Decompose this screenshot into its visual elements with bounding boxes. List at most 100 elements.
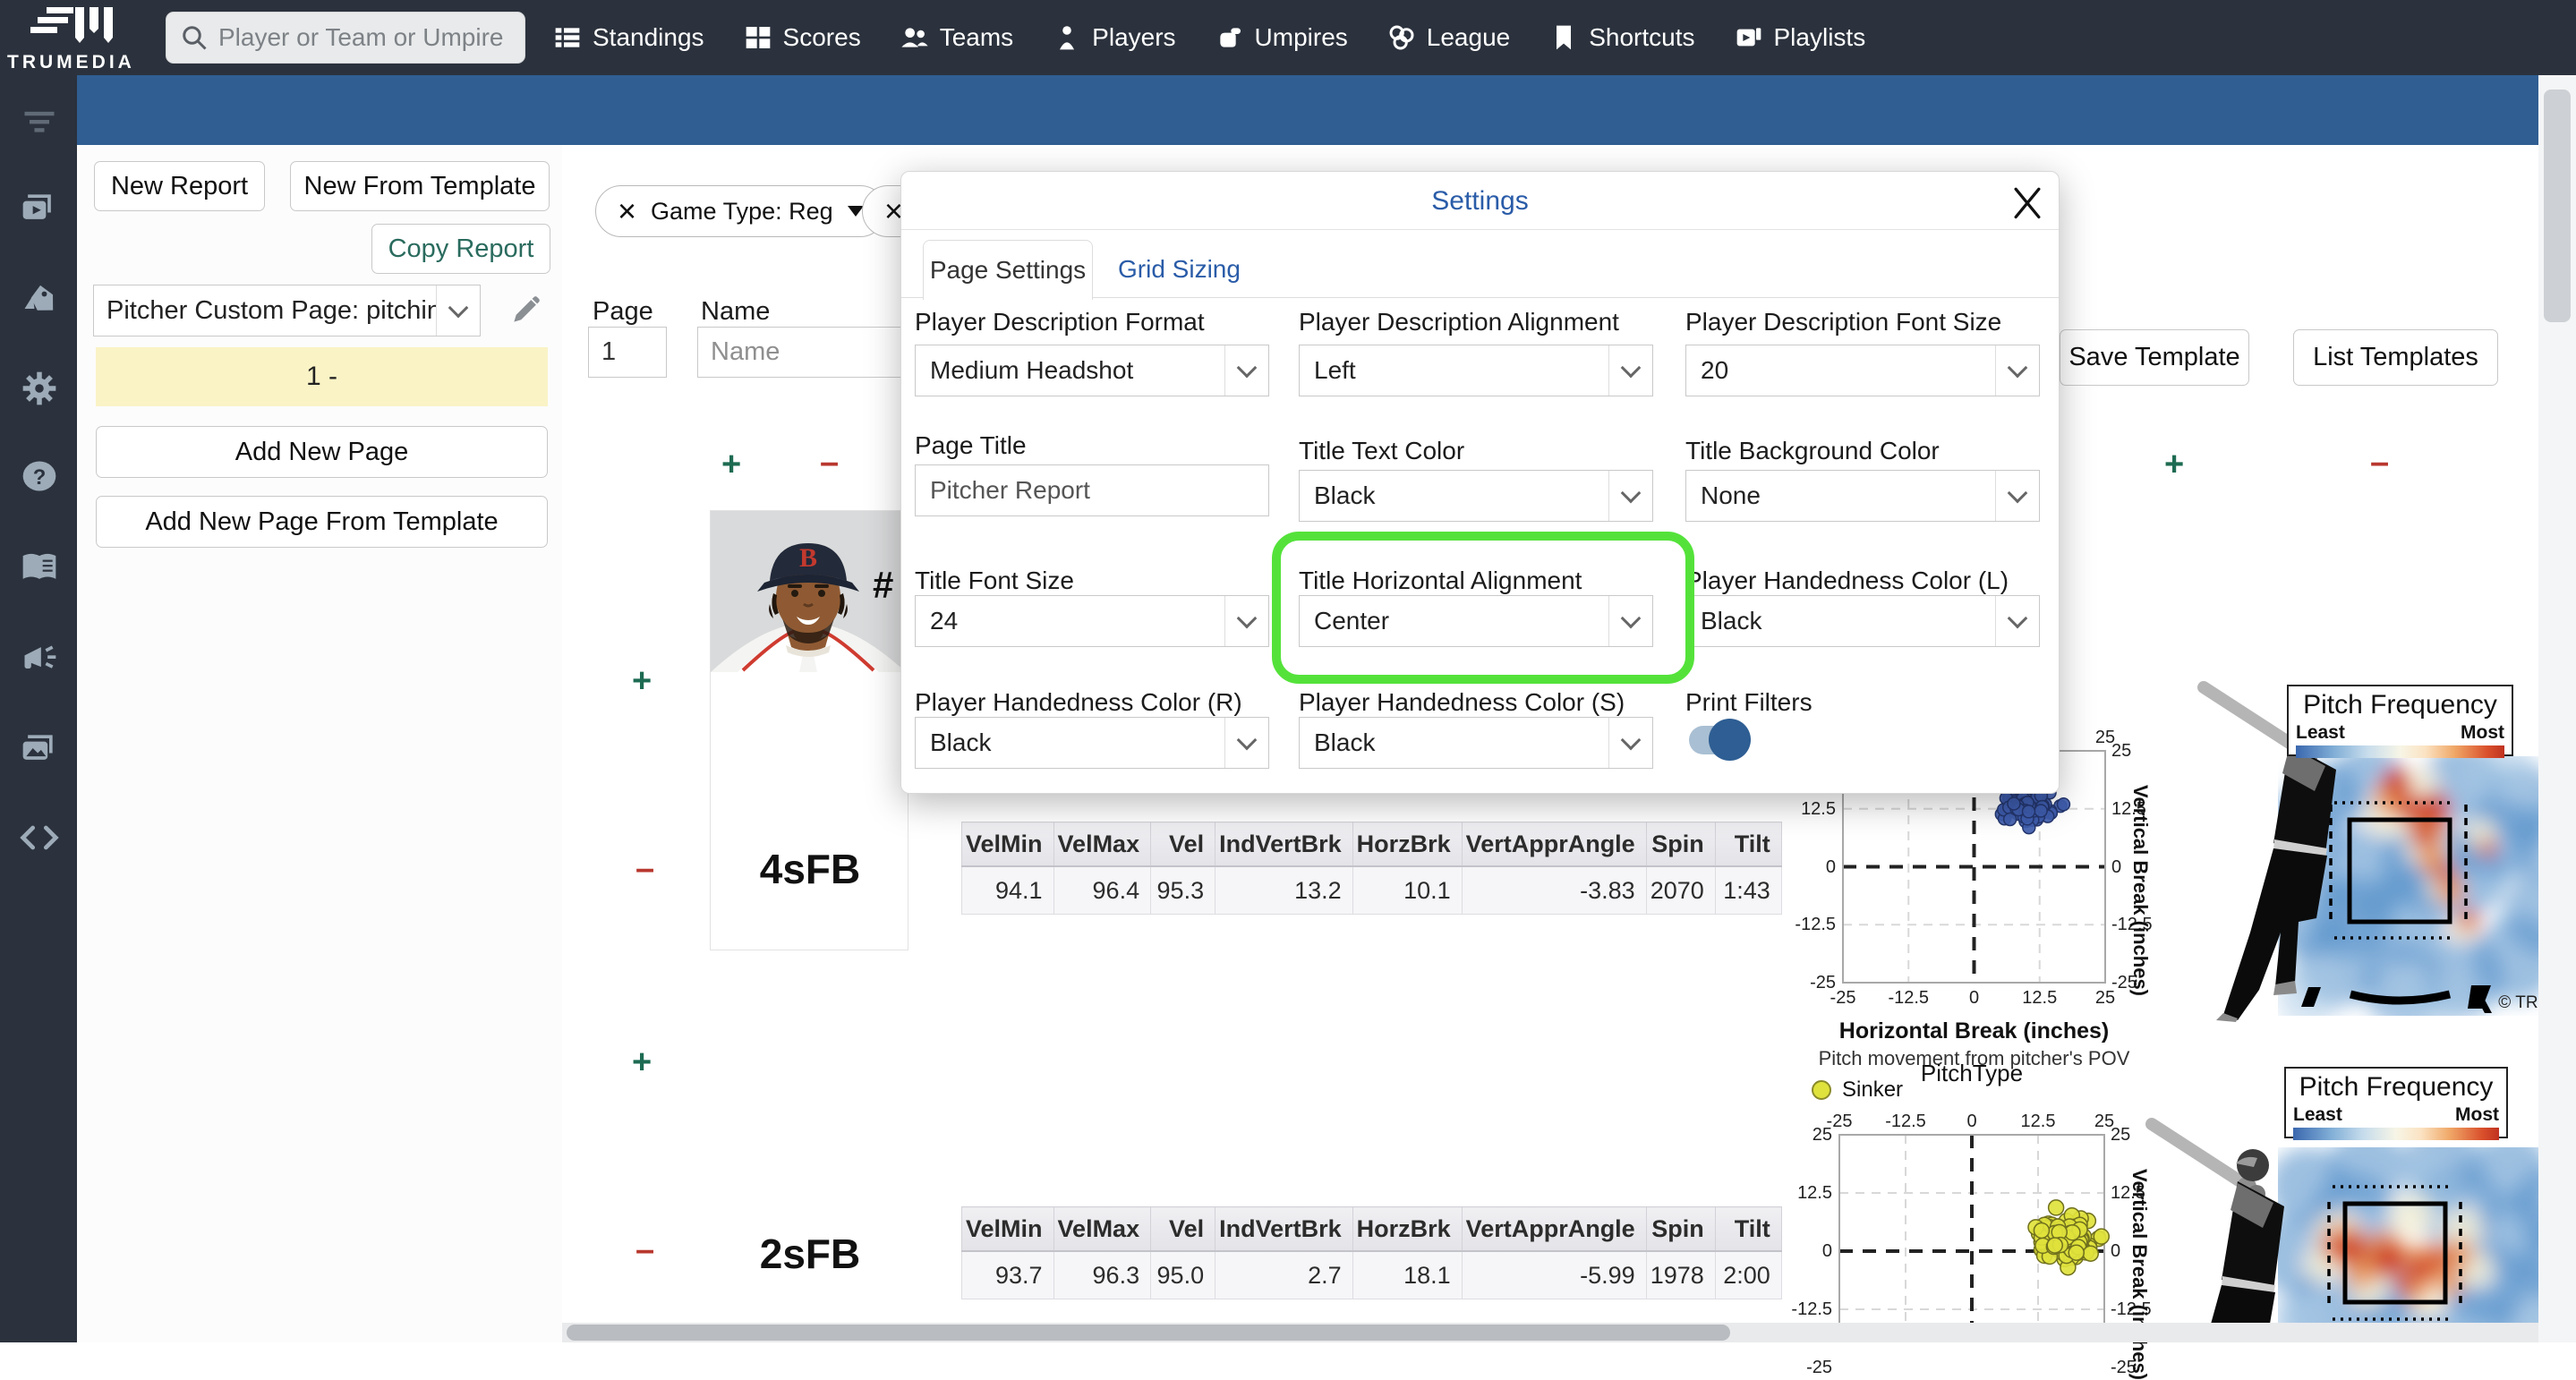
trumedia-logo[interactable]: TRUMEDIA <box>5 2 158 75</box>
stat-cell: 10.1 <box>1352 865 1463 915</box>
player-number-hash: # <box>873 564 894 606</box>
nav-item-league[interactable]: League <box>1387 23 1510 52</box>
media-images-icon[interactable] <box>20 728 59 768</box>
nav-item-players[interactable]: Players <box>1053 23 1176 52</box>
filter-icon[interactable] <box>20 100 59 140</box>
stat-cell: 95.0 <box>1150 1250 1216 1299</box>
legend-min-label: Least <box>2296 722 2345 743</box>
page-title-input[interactable]: Pitcher Report <box>915 464 1269 516</box>
embed-code-icon[interactable] <box>20 818 59 857</box>
stat-cell: 18.1 <box>1352 1250 1463 1299</box>
league-icon <box>1389 25 1414 50</box>
player-description-font-size-select[interactable]: 20 <box>1685 345 2040 396</box>
player-handedness-color-l-select[interactable]: Black <box>1685 595 2040 647</box>
horizontal-scrollbar[interactable] <box>562 1323 2538 1342</box>
select-value: Black <box>1314 728 1376 756</box>
settings-modal: Settings Page Settings Grid Sizing Playe… <box>900 171 2060 794</box>
page-title-value: Pitcher Report <box>930 476 1090 504</box>
axis-tick-label: -25 <box>1806 1358 1832 1377</box>
chevron-down-icon <box>1995 471 2039 521</box>
toggle-knob <box>1709 719 1751 761</box>
axis-tick-label: 12.5 <box>1797 1183 1832 1203</box>
search-icon <box>183 26 207 50</box>
nav-label: Scores <box>782 23 861 51</box>
announcements-icon[interactable] <box>20 639 59 678</box>
help-icon[interactable]: ? <box>20 456 59 496</box>
add-new-page-button[interactable]: Add New Page <box>96 426 548 478</box>
axis-tick-label: 0 <box>1968 988 1980 1008</box>
page-template-select[interactable]: Pitcher Custom Page: pitching -... <box>93 285 481 336</box>
stat-cell: 96.3 <box>1053 1250 1152 1299</box>
select-value: 20 <box>1701 356 1729 384</box>
tab-grid-sizing[interactable]: Grid Sizing <box>1118 240 1241 299</box>
nav-item-teams[interactable]: Teams <box>900 23 1013 52</box>
settings-gear-icon[interactable] <box>20 369 59 408</box>
new-report-button[interactable]: New Report <box>94 161 265 211</box>
horizontal-scrollbar-thumb[interactable] <box>567 1325 1730 1341</box>
add-column-button[interactable]: + <box>721 447 741 481</box>
nav-label: Standings <box>593 23 704 51</box>
list-templates-button[interactable]: List Templates <box>2293 329 2498 386</box>
nav-item-playlists[interactable]: Playlists <box>1735 23 1865 52</box>
tab-page-settings[interactable]: Page Settings <box>923 240 1093 300</box>
chevron-down-icon <box>847 206 864 217</box>
add-row-button[interactable]: + <box>632 1045 652 1079</box>
player-description-format-select[interactable]: Medium Headshot <box>915 345 1269 396</box>
stat-header: HorzBrk <box>1352 1206 1463 1252</box>
field-label: Player Handedness Color (S) <box>1299 688 1625 716</box>
select-value: None <box>1701 481 1761 509</box>
axis-tick-label: 12.5 <box>2022 988 2058 1008</box>
nav-label: Players <box>1092 23 1176 51</box>
player-handedness-color-r-select[interactable]: Black <box>915 717 1269 769</box>
nav-item-umpires[interactable]: Umpires <box>1215 23 1348 52</box>
axis-tick-label: 12.5 <box>2020 1112 2056 1131</box>
page-number-input[interactable]: 1 <box>588 327 667 378</box>
remove-column-right-button[interactable]: – <box>2370 446 2389 480</box>
select-value: Black <box>1314 481 1376 509</box>
new-from-template-button[interactable]: New From Template <box>290 161 550 211</box>
remove-row-button[interactable]: – <box>635 852 654 886</box>
nav-item-shortcuts[interactable]: Shortcuts <box>1549 23 1695 52</box>
legend-min-label: Least <box>2293 1104 2342 1125</box>
copy-report-button[interactable]: Copy Report <box>371 224 550 274</box>
field-label: Player Description Format <box>915 308 1205 336</box>
nav-item-standings[interactable]: Standings <box>553 23 704 52</box>
vertical-scrollbar-thumb[interactable] <box>2544 89 2571 322</box>
add-new-page-from-template-button[interactable]: Add New Page From Template <box>96 496 548 548</box>
save-template-button[interactable]: Save Template <box>2060 329 2249 386</box>
axis-tick-label: -12.5 <box>1795 915 1836 935</box>
title-horizontal-alignment-select[interactable]: Center <box>1299 595 1653 647</box>
svg-text:B: B <box>799 543 817 573</box>
remove-filter-icon[interactable]: × <box>618 195 636 227</box>
title-background-color-select[interactable]: None <box>1685 470 2040 522</box>
print-filters-toggle[interactable] <box>1689 719 1751 761</box>
title-text-color-select[interactable]: Black <box>1299 470 1653 522</box>
nav-item-scores[interactable]: Scores <box>744 23 861 52</box>
select-value: Medium Headshot <box>930 356 1134 384</box>
filter-chip-game-type[interactable]: × Game Type: Reg <box>595 185 886 237</box>
stat-cell: 96.4 <box>1053 865 1152 915</box>
search-input[interactable]: Player or Team or Umpire <box>166 12 525 64</box>
edit-pencil-icon[interactable] <box>508 294 542 328</box>
page-list-item-1[interactable]: 1 - <box>96 347 548 406</box>
add-row-button[interactable]: + <box>632 664 652 698</box>
stat-cell: 2070 <box>1645 865 1716 915</box>
axis-tick-label: -25 <box>1810 973 1836 992</box>
player-handedness-color-s-select[interactable]: Black <box>1299 717 1653 769</box>
close-icon[interactable] <box>2008 183 2047 222</box>
chevron-down-icon <box>1995 596 2039 646</box>
add-column-right-button[interactable]: + <box>2164 447 2184 481</box>
legend-max-label: Most <box>2455 1104 2499 1125</box>
name-label: Name <box>701 297 771 326</box>
glossary-book-icon[interactable] <box>20 548 59 587</box>
remove-row-button[interactable]: – <box>635 1233 654 1267</box>
videos-icon[interactable] <box>20 188 59 227</box>
nav-label: Umpires <box>1254 23 1348 51</box>
player-description-alignment-select[interactable]: Left <box>1299 345 1653 396</box>
vertical-scrollbar[interactable] <box>2538 75 2576 1342</box>
tags-icon[interactable] <box>20 279 59 319</box>
axis-tick-label: 0 <box>1966 1112 1977 1131</box>
title-font-size-select[interactable]: 24 <box>915 595 1269 647</box>
remove-column-button[interactable]: – <box>820 446 839 480</box>
field-label: Player Description Font Size <box>1685 308 2002 336</box>
